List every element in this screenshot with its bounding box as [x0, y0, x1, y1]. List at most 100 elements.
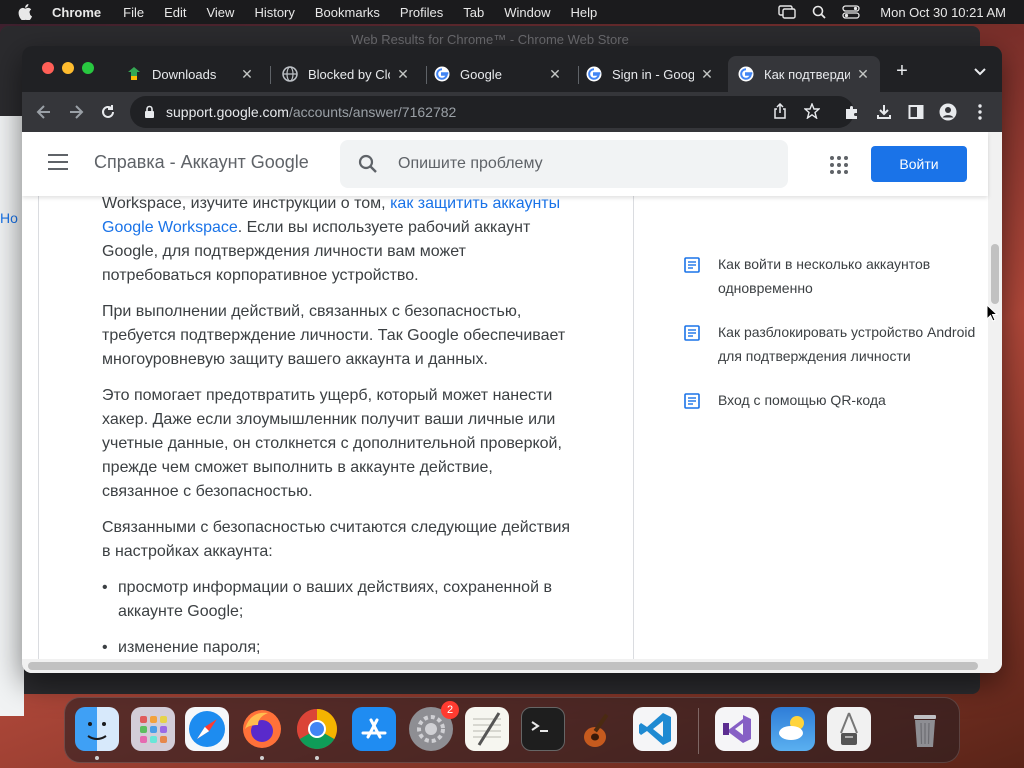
archive-utility-icon[interactable]: [827, 707, 871, 751]
back-arrow-icon[interactable]: [34, 102, 54, 122]
more-menu-icon[interactable]: [970, 102, 990, 122]
dock-separator: [698, 708, 699, 754]
window-controls: [42, 62, 94, 74]
trash-icon[interactable]: [903, 707, 947, 751]
url-host: support.google.com: [166, 104, 289, 120]
terminal-icon[interactable]: [521, 707, 565, 751]
close-window-button[interactable]: [42, 62, 54, 74]
sign-in-button[interactable]: Войти: [871, 146, 967, 182]
menubar-clock[interactable]: Mon Oct 30 10:21 AM: [880, 5, 1006, 20]
address-bar[interactable]: support.google.com/accounts/answer/71627…: [130, 96, 854, 128]
visual-studio-icon[interactable]: [715, 707, 759, 751]
menu-view[interactable]: View: [206, 5, 234, 20]
profile-avatar-icon[interactable]: [938, 102, 958, 122]
tab-title: Как подтверди: [764, 66, 850, 82]
tab-close-icon[interactable]: ✕: [700, 66, 714, 83]
help-center-title[interactable]: Справка - Аккаунт Google: [94, 152, 309, 173]
related-article-title: Как разблокировать устройство Android дл…: [718, 324, 976, 364]
web-content: Справка - Аккаунт Google Войти Workspace…: [22, 132, 1002, 673]
horizontal-scrollbar-thumb[interactable]: [28, 662, 978, 670]
tab-close-icon[interactable]: ✕: [240, 66, 254, 83]
article-paragraph: При выполнении действий, связанных с без…: [102, 303, 566, 368]
reload-icon[interactable]: [98, 102, 118, 122]
zoom-window-button[interactable]: [82, 62, 94, 74]
article-paragraph: Связанными с безопасностью считаются сле…: [102, 519, 571, 560]
tab-separator: [270, 66, 271, 84]
menu-window[interactable]: Window: [504, 5, 550, 20]
vscode-icon[interactable]: [633, 707, 677, 751]
related-article-link[interactable]: Как разблокировать устройство Android дл…: [682, 320, 982, 368]
menu-edit[interactable]: Edit: [164, 5, 186, 20]
screen-mirroring-icon[interactable]: [778, 5, 796, 19]
paragraph-text: Workspace, изучите инструкции о том,: [102, 195, 391, 212]
safari-icon[interactable]: [185, 707, 229, 751]
firefox-icon[interactable]: [240, 707, 284, 751]
spotlight-search-icon[interactable]: [810, 5, 828, 19]
related-article-title: Вход с помощью QR-кода: [718, 392, 886, 408]
new-tab-plus-icon[interactable]: +: [892, 60, 912, 83]
garageband-icon[interactable]: [577, 707, 621, 751]
related-article-link[interactable]: Вход с помощью QR-кода: [682, 388, 982, 412]
help-search-box[interactable]: [340, 140, 788, 188]
menu-app-name[interactable]: Chrome: [52, 5, 101, 20]
horizontal-scrollbar[interactable]: [22, 659, 988, 673]
background-window-link[interactable]: Но: [0, 210, 18, 226]
tab-close-icon[interactable]: ✕: [396, 66, 410, 83]
vertical-scrollbar[interactable]: [988, 132, 1002, 673]
help-search-input[interactable]: [398, 155, 758, 173]
menu-tab[interactable]: Tab: [463, 5, 484, 20]
google-favicon-icon: [586, 66, 602, 82]
background-window-title: Web Results for Chrome™ - Chrome Web Sto…: [351, 32, 629, 47]
document-icon: [684, 392, 700, 409]
system-settings-icon[interactable]: 2: [409, 701, 459, 751]
lock-icon[interactable]: [144, 105, 156, 119]
extensions-puzzle-icon[interactable]: [842, 102, 862, 122]
chrome-icon[interactable]: [295, 707, 339, 751]
related-article-link[interactable]: Как войти в несколько аккаунтов одноврем…: [682, 252, 982, 300]
browser-toolbar: support.google.com/accounts/answer/71627…: [22, 92, 1002, 132]
list-item: просмотр информации о ваших действиях, с…: [102, 576, 572, 624]
running-indicator: [260, 756, 264, 760]
control-center-icon[interactable]: [842, 5, 860, 19]
menu-profiles[interactable]: Profiles: [400, 5, 443, 20]
bookmark-star-icon[interactable]: [802, 101, 822, 121]
google-favicon-icon: [738, 66, 754, 82]
dock: 2: [64, 697, 960, 763]
article-paragraph: Это помогает предотвратить ущерб, которы…: [102, 387, 562, 500]
security-actions-list: просмотр информации о ваших действиях, с…: [102, 576, 572, 660]
tab-google[interactable]: Google ✕: [424, 56, 572, 92]
apple-icon[interactable]: [18, 4, 36, 20]
menu-bookmarks[interactable]: Bookmarks: [315, 5, 380, 20]
weather-icon[interactable]: [771, 707, 815, 751]
forward-arrow-icon[interactable]: [66, 102, 86, 122]
textedit-icon[interactable]: [465, 707, 509, 751]
vertical-scrollbar-thumb[interactable]: [991, 244, 999, 304]
tab-strip: Downloads ✕ Blocked by Clo ✕ Google ✕ Si…: [22, 46, 1002, 92]
app-store-icon[interactable]: [352, 707, 396, 751]
side-panel-icon[interactable]: [906, 102, 926, 122]
document-icon: [684, 256, 700, 273]
minimize-window-button[interactable]: [62, 62, 74, 74]
document-icon: [684, 324, 700, 341]
google-apps-grid-icon[interactable]: [830, 156, 848, 174]
tab-close-icon[interactable]: ✕: [856, 66, 870, 83]
share-icon[interactable]: [770, 101, 790, 121]
tab-close-icon[interactable]: ✕: [548, 66, 562, 83]
launchpad-icon[interactable]: [131, 707, 175, 751]
finder-icon[interactable]: [75, 707, 119, 751]
hamburger-menu-icon[interactable]: [48, 154, 68, 170]
article-body: Workspace, изучите инструкции о том, как…: [102, 192, 572, 672]
list-item: изменение пароля;: [102, 636, 572, 660]
running-indicator: [95, 756, 99, 760]
menu-help[interactable]: Help: [571, 5, 598, 20]
tab-blocked[interactable]: Blocked by Clo ✕: [272, 56, 420, 92]
tab-sign-in[interactable]: Sign in - Googl ✕: [576, 56, 724, 92]
downloads-icon[interactable]: [874, 102, 894, 122]
tab-title: Downloads: [152, 66, 217, 82]
menu-file[interactable]: File: [123, 5, 144, 20]
tab-downloads[interactable]: Downloads ✕: [116, 56, 264, 92]
tab-active-help[interactable]: Как подтверди ✕: [728, 56, 880, 92]
tab-search-chevron-icon[interactable]: [972, 63, 988, 79]
menu-history[interactable]: History: [254, 5, 294, 20]
tab-title: Sign in - Googl: [612, 66, 694, 82]
